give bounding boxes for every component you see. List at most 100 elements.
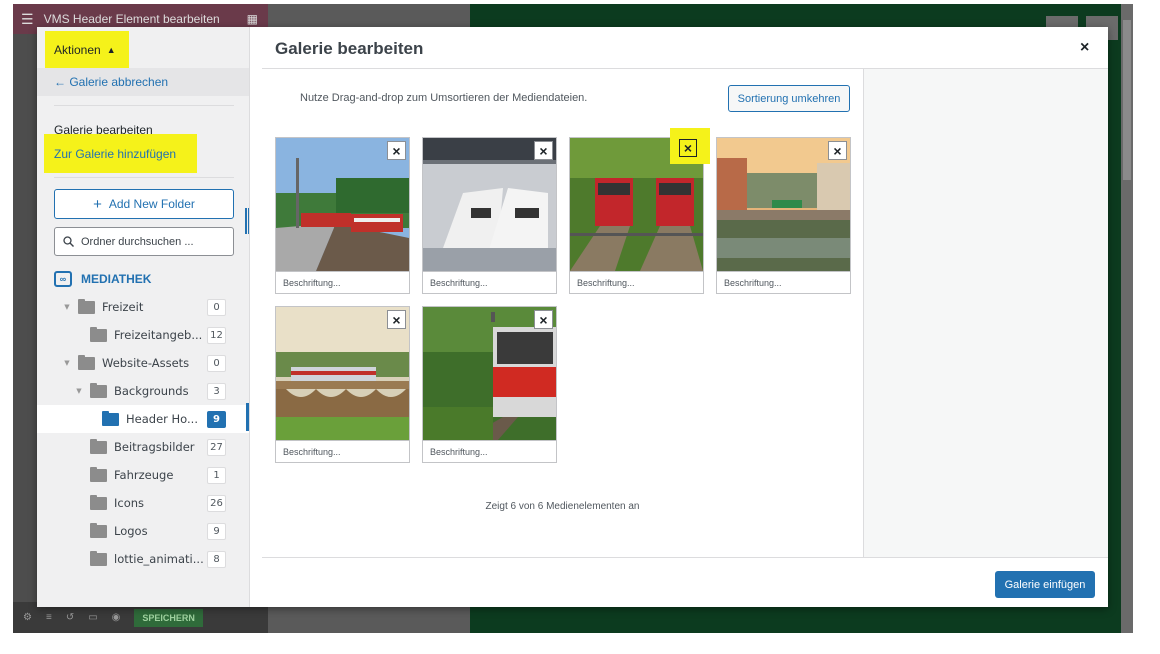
remove-icon[interactable]: × <box>828 141 847 160</box>
preview-icon[interactable]: ◉ <box>112 612 121 623</box>
folder-count-badge: 8 <box>207 550 226 568</box>
folder-name: Beitragsbilder <box>114 440 195 454</box>
caption-field[interactable]: Beschriftung... <box>423 271 556 293</box>
caption-field[interactable]: Beschriftung... <box>423 440 556 462</box>
folder-row[interactable]: Header Ho... 9 <box>37 405 249 433</box>
remove-icon[interactable]: × <box>670 128 710 164</box>
settings-icon[interactable]: ⚙ <box>23 612 32 623</box>
actions-label: Aktionen <box>54 43 101 57</box>
media-menu: Aktionen ▲ ← Galerie abbrechen Galerie b… <box>37 27 250 607</box>
folder-row[interactable]: Logos 9 <box>37 517 249 545</box>
footer-divider <box>262 557 1108 558</box>
hamburger-icon[interactable]: ☰ <box>21 11 34 28</box>
folder-icon <box>90 466 107 482</box>
media-count-text: Zeigt 6 von 6 Medienelementen an <box>485 501 640 512</box>
attachment-details-sidebar <box>863 69 1108 557</box>
folder-count-badge: 9 <box>207 522 226 540</box>
expand-arrow-icon[interactable]: ▼ <box>74 387 84 395</box>
folder-row[interactable]: Fahrzeuge 1 <box>37 461 249 489</box>
folder-count-badge: 0 <box>207 354 226 372</box>
gallery-item[interactable]: Beschriftung... × <box>422 306 557 463</box>
instructions-text: Nutze Drag-and-drop zum Umsortieren der … <box>300 92 588 104</box>
add-to-gallery-menu-item[interactable]: Zur Galerie hinzufügen <box>44 134 197 173</box>
save-button[interactable]: SPEICHERN <box>134 608 203 627</box>
folder-icon <box>90 382 107 398</box>
folder-count-badge: 26 <box>207 494 226 512</box>
folder-icon <box>90 326 107 342</box>
add-folder-label: Add New Folder <box>108 197 195 211</box>
caption-field[interactable]: Beschriftung... <box>276 271 409 293</box>
folder-icon <box>90 522 107 538</box>
close-icon[interactable]: × <box>1080 39 1089 57</box>
folder-icon <box>102 410 119 426</box>
add-to-gallery-label: Zur Galerie hinzufügen <box>54 146 177 161</box>
remove-glyph: × <box>392 142 401 159</box>
folder-name: Freizeit <box>102 300 144 314</box>
active-folder-indicator <box>246 403 249 431</box>
folder-row[interactable]: lottie_animati... 8 <box>37 545 249 573</box>
media-modal: Aktionen ▲ ← Galerie abbrechen Galerie b… <box>37 27 1108 607</box>
folder-name: Freizeitangeb... <box>114 328 203 342</box>
remove-icon[interactable]: × <box>387 310 406 329</box>
scrollbar-thumb[interactable] <box>1123 20 1131 180</box>
modal-title: Galerie bearbeiten <box>275 39 424 58</box>
gallery-content: Nutze Drag-and-drop zum Umsortieren der … <box>262 69 863 557</box>
folder-search <box>54 227 234 256</box>
folder-row[interactable]: ▼ Freizeit 0 <box>37 293 249 321</box>
folder-icon <box>90 494 107 510</box>
folder-search-input[interactable] <box>81 235 221 248</box>
folder-count-badge: 27 <box>207 438 226 456</box>
cancel-gallery-link[interactable]: ← Galerie abbrechen <box>37 68 249 96</box>
gallery-item[interactable]: Beschriftung... × <box>422 137 557 294</box>
reverse-order-button[interactable]: Sortierung umkehren <box>728 85 850 112</box>
folder-row[interactable]: Icons 26 <box>37 489 249 517</box>
gallery-item[interactable]: Beschriftung... × <box>716 137 851 294</box>
remove-icon[interactable]: × <box>387 141 406 160</box>
folder-count-badge: 9 <box>207 410 226 428</box>
expand-arrow-icon[interactable]: ▼ <box>62 359 72 367</box>
history-icon[interactable]: ↺ <box>66 612 74 623</box>
folder-row[interactable]: Beitragsbilder 27 <box>37 433 249 461</box>
caption-field[interactable]: Beschriftung... <box>570 271 703 293</box>
responsive-icon[interactable]: ▭ <box>88 612 97 623</box>
folder-name: Website-Assets <box>102 356 190 370</box>
layers-icon[interactable]: ≡ <box>46 612 52 623</box>
remove-glyph: × <box>539 142 548 159</box>
remove-glyph: × <box>833 142 842 159</box>
remove-icon[interactable]: × <box>534 141 553 160</box>
folder-count-badge: 0 <box>207 298 226 316</box>
plus-icon: + <box>93 195 102 213</box>
library-icon: ∞ <box>54 271 72 287</box>
caption-field[interactable]: Beschriftung... <box>276 440 409 462</box>
folder-name: lottie_animati... <box>114 552 204 566</box>
folder-icon <box>78 298 95 314</box>
folder-count-badge: 3 <box>207 382 226 400</box>
folder-row[interactable]: ▼ Backgrounds 3 <box>37 377 249 405</box>
insert-gallery-button[interactable]: Galerie einfügen <box>995 571 1095 598</box>
gallery-item[interactable]: Beschriftung... × <box>569 128 710 294</box>
remove-glyph: × <box>392 311 401 328</box>
caption-field[interactable]: Beschriftung... <box>717 271 850 293</box>
actions-toggle[interactable]: Aktionen ▲ <box>45 31 129 69</box>
gallery-item[interactable]: Beschriftung... × <box>275 306 410 463</box>
folder-row[interactable]: ▼ Website-Assets 0 <box>37 349 249 377</box>
editor-title: VMS Header Element bearbeiten <box>43 12 220 26</box>
page-scrollbar[interactable] <box>1121 4 1133 633</box>
menu-separator <box>54 105 234 106</box>
root-label: MEDIATHEK <box>81 272 152 286</box>
search-icon <box>63 236 74 247</box>
resize-handle[interactable] <box>245 208 249 234</box>
remove-glyph: × <box>679 139 697 157</box>
expand-arrow-icon[interactable]: ▼ <box>62 303 72 311</box>
folder-icon <box>90 438 107 454</box>
remove-icon[interactable]: × <box>534 310 553 329</box>
media-library-root[interactable]: ∞ MEDIATHEK <box>54 265 151 293</box>
gallery-item[interactable]: Beschriftung... × <box>275 137 410 294</box>
grid-icon[interactable]: ▦ <box>247 12 258 26</box>
remove-glyph: × <box>539 311 548 328</box>
folder-name: Logos <box>114 524 148 538</box>
add-folder-button[interactable]: + Add New Folder <box>54 189 234 219</box>
folder-name: Icons <box>114 496 145 510</box>
folder-icon <box>78 354 95 370</box>
folder-row[interactable]: Freizeitangeb... 12 <box>37 321 249 349</box>
